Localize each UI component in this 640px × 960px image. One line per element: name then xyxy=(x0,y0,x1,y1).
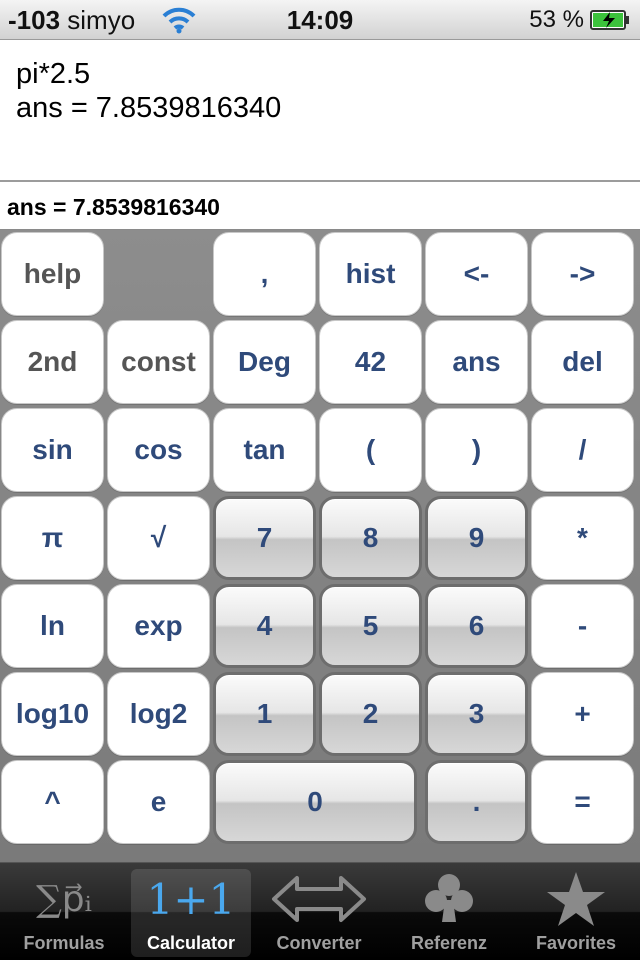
divide-button[interactable]: / xyxy=(531,408,634,492)
digit-3-button[interactable]: 3 xyxy=(425,672,528,756)
tab-label: Referenz xyxy=(410,933,488,953)
ans-button[interactable]: ans xyxy=(425,320,528,404)
digit-7-button[interactable]: 7 xyxy=(213,496,316,580)
tan-button[interactable]: tan xyxy=(213,408,316,492)
digit-6-button[interactable]: 6 xyxy=(425,584,528,668)
tab-favorites[interactable]: Favorites xyxy=(516,869,636,957)
digit-9-button[interactable]: 9 xyxy=(425,496,528,580)
battery-charging-icon xyxy=(590,10,629,30)
delete-button[interactable]: del xyxy=(531,320,634,404)
cursor-left-button[interactable]: <- xyxy=(425,232,528,316)
log2-button[interactable]: log2 xyxy=(107,672,210,756)
pi-button[interactable]: π xyxy=(1,496,104,580)
status-bar: -103 simyo 14:09 53 % xyxy=(0,0,640,40)
second-function-button[interactable]: 2nd xyxy=(1,320,104,404)
tab-formulas[interactable]: ∑p⃗ᵢ Formulas xyxy=(4,869,124,957)
digit-8-button[interactable]: 8 xyxy=(319,496,422,580)
exp-button[interactable]: exp xyxy=(107,584,210,668)
input-expression: pi*2.5 xyxy=(16,58,91,90)
tab-calculator[interactable]: 1+1 Calculator xyxy=(131,869,251,957)
tab-label: Formulas xyxy=(23,933,105,953)
add-button[interactable]: + xyxy=(531,672,634,756)
keypad: help , hist <- -> 2nd const Deg 42 ans d… xyxy=(0,230,640,862)
history-button[interactable]: hist xyxy=(319,232,422,316)
digit-4-button[interactable]: 4 xyxy=(213,584,316,668)
angle-mode-button[interactable]: Deg xyxy=(213,320,316,404)
digit-0-button[interactable]: 0 xyxy=(213,760,417,844)
close-paren-button[interactable]: ) xyxy=(425,408,528,492)
digit-1-button[interactable]: 1 xyxy=(213,672,316,756)
digit-2-button[interactable]: 2 xyxy=(319,672,422,756)
ln-button[interactable]: ln xyxy=(1,584,104,668)
tab-label: Converter xyxy=(276,933,362,953)
tab-bar: ∑p⃗ᵢ Formulas 1+1 Calculator Converter R… xyxy=(0,862,640,960)
key-42-button[interactable]: 42 xyxy=(319,320,422,404)
euler-e-button[interactable]: e xyxy=(107,760,210,844)
comma-button[interactable]: , xyxy=(213,232,316,316)
digit-5-button[interactable]: 5 xyxy=(319,584,422,668)
result-field[interactable]: ans = 7.8539816340 xyxy=(0,182,640,230)
sqrt-button[interactable]: √ xyxy=(107,496,210,580)
one-plus-one-icon: 1+1 xyxy=(146,874,236,924)
sum-vector-icon: ∑p⃗ᵢ xyxy=(36,878,92,920)
tab-label: Calculator xyxy=(146,933,236,953)
star-icon xyxy=(516,869,636,929)
club-icon xyxy=(389,869,509,929)
log10-button[interactable]: log10 xyxy=(1,672,104,756)
multiply-button[interactable]: * xyxy=(531,496,634,580)
power-button[interactable]: ^ xyxy=(1,760,104,844)
tab-label: Favorites xyxy=(535,933,617,953)
sin-button[interactable]: sin xyxy=(1,408,104,492)
result-text: ans = 7.8539816340 xyxy=(7,194,220,220)
cos-button[interactable]: cos xyxy=(107,408,210,492)
output-result: ans = 7.8539816340 xyxy=(16,92,282,124)
tab-converter[interactable]: Converter xyxy=(259,869,379,957)
tab-referenz[interactable]: Referenz xyxy=(389,869,509,957)
constants-button[interactable]: const xyxy=(107,320,210,404)
equals-button[interactable]: = xyxy=(531,760,634,844)
open-paren-button[interactable]: ( xyxy=(319,408,422,492)
calculator-display: pi*2.5 ans = 7.8539816340 xyxy=(0,40,640,180)
cursor-right-button[interactable]: -> xyxy=(531,232,634,316)
decimal-point-button[interactable]: . xyxy=(425,760,528,844)
subtract-button[interactable]: - xyxy=(531,584,634,668)
help-button[interactable]: help xyxy=(1,232,104,316)
battery-percent: 53 % xyxy=(529,6,584,33)
double-arrow-icon xyxy=(259,869,379,929)
